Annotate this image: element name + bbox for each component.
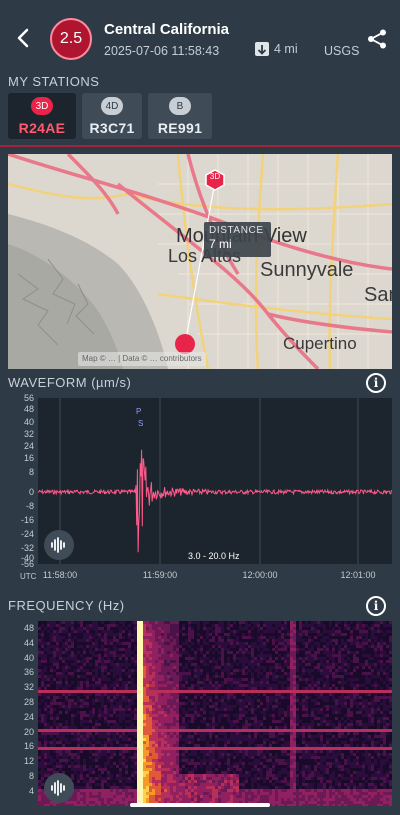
spectrogram-plot[interactable] <box>38 621 392 806</box>
y-tick-label: 12 <box>23 756 34 767</box>
p-phase-marker: P <box>136 407 141 416</box>
station-tab-r3c71[interactable]: 4D R3C71 <box>82 93 142 139</box>
y-tick-label: 32 <box>23 682 34 693</box>
station-tab-r24ae[interactable]: 3D R24AE <box>8 93 76 139</box>
frequency-heading: FREQUENCY (Hz) <box>8 598 125 613</box>
chevron-left-icon[interactable] <box>12 26 36 50</box>
station-type-badge: B <box>169 97 191 115</box>
spectrogram-y-axis: 48 44 40 36 32 28 24 20 16 12 8 4 <box>0 621 38 806</box>
stations-heading: MY STATIONS <box>8 74 100 89</box>
y-tick-label: 40 <box>23 417 34 427</box>
y-tick-label: 8 <box>28 771 34 781</box>
station-name: R3C71 <box>89 120 135 136</box>
y-tick-label: -56 <box>20 559 34 569</box>
event-source: USGS <box>324 44 360 58</box>
y-tick-label: 48 <box>23 404 34 414</box>
x-tick-label: 12:00:00 <box>242 570 278 580</box>
s-phase-marker: S <box>138 419 143 428</box>
x-tick-label: 12:01:00 <box>340 570 376 580</box>
y-tick-label: 24 <box>23 711 34 722</box>
distance-tooltip: DISTANCE 7 mi <box>204 222 271 257</box>
y-tick-label: -32 <box>20 543 34 553</box>
x-tick-label: 11:59:00 <box>142 570 178 580</box>
y-tick-label: -16 <box>20 515 34 525</box>
y-tick-label: 0 <box>28 487 34 497</box>
magnitude-badge: 2.5 <box>50 18 92 60</box>
y-tick-label: 8 <box>28 467 34 477</box>
station-name: R24AE <box>18 120 66 136</box>
home-indicator[interactable] <box>130 803 270 807</box>
distance-text: 4 mi <box>274 42 298 56</box>
place-label: San <box>364 284 392 306</box>
station-type-badge: 3D <box>31 97 53 115</box>
waveform-trace: PS <box>37 398 392 564</box>
arrow-down-icon <box>255 42 269 56</box>
seismic-trace <box>37 449 392 553</box>
spectrogram-sound-icon[interactable] <box>44 773 74 803</box>
y-tick-label: 16 <box>23 453 34 463</box>
info-icon[interactable]: i <box>366 596 386 616</box>
info-icon[interactable]: i <box>366 373 386 393</box>
event-title: Central California <box>104 21 230 38</box>
x-axis-unit: UTC <box>20 572 37 581</box>
waveform-x-axis: 11:58:00 11:59:00 12:00:00 12:01:00 <box>0 570 400 582</box>
y-tick-label: 56 <box>23 393 34 403</box>
place-label: Cupertino <box>283 334 357 353</box>
header: 2.5 Central California 2025-07-06 11:58:… <box>0 0 400 70</box>
waveform-heading: WAVEFORM (µm/s) <box>8 375 132 390</box>
distance-tooltip-label: DISTANCE <box>209 225 264 236</box>
y-tick-label: 16 <box>23 741 34 752</box>
station-map-marker[interactable]: 3D <box>206 172 224 181</box>
section-divider <box>0 145 400 147</box>
y-tick-label: 32 <box>23 429 34 439</box>
waveform-sound-icon[interactable] <box>44 530 74 560</box>
y-tick-label: -24 <box>20 529 34 539</box>
waveform-plot[interactable]: PS <box>37 398 392 564</box>
event-datetime: 2025-07-06 11:58:43 <box>104 44 220 58</box>
event-map[interactable]: 3D Mountain View Los Altos Sunnyvale Cup… <box>8 154 392 369</box>
event-distance: 4 mi <box>255 42 298 56</box>
y-tick-label: 48 <box>23 623 34 633</box>
y-tick-label: 20 <box>23 726 34 737</box>
filter-band-label: 3.0 - 20.0 Hz <box>186 551 242 561</box>
y-tick-label: 44 <box>23 637 34 648</box>
distance-tooltip-value: 7 mi <box>209 237 232 251</box>
map-attribution[interactable]: Map © … | Data © … contributors <box>78 352 206 366</box>
station-tab-re991[interactable]: B RE991 <box>148 93 212 139</box>
waveform-y-axis: 56 48 40 32 24 16 8 0 -8 -16 -24 -32 -40 -56 <box>0 393 38 569</box>
place-label: Sunnyvale <box>260 259 354 281</box>
station-name: RE991 <box>157 120 203 136</box>
y-tick-label: 24 <box>23 441 34 451</box>
x-tick-label: 11:58:00 <box>42 570 78 580</box>
y-tick-label: 36 <box>23 667 34 678</box>
spectrogram-image <box>38 621 392 806</box>
share-icon[interactable] <box>366 28 388 50</box>
station-type-badge: 4D <box>101 97 123 115</box>
y-tick-label: 40 <box>23 652 34 663</box>
y-tick-label: 4 <box>28 785 34 796</box>
y-tick-label: 28 <box>23 697 34 707</box>
y-tick-label: -8 <box>25 501 34 511</box>
